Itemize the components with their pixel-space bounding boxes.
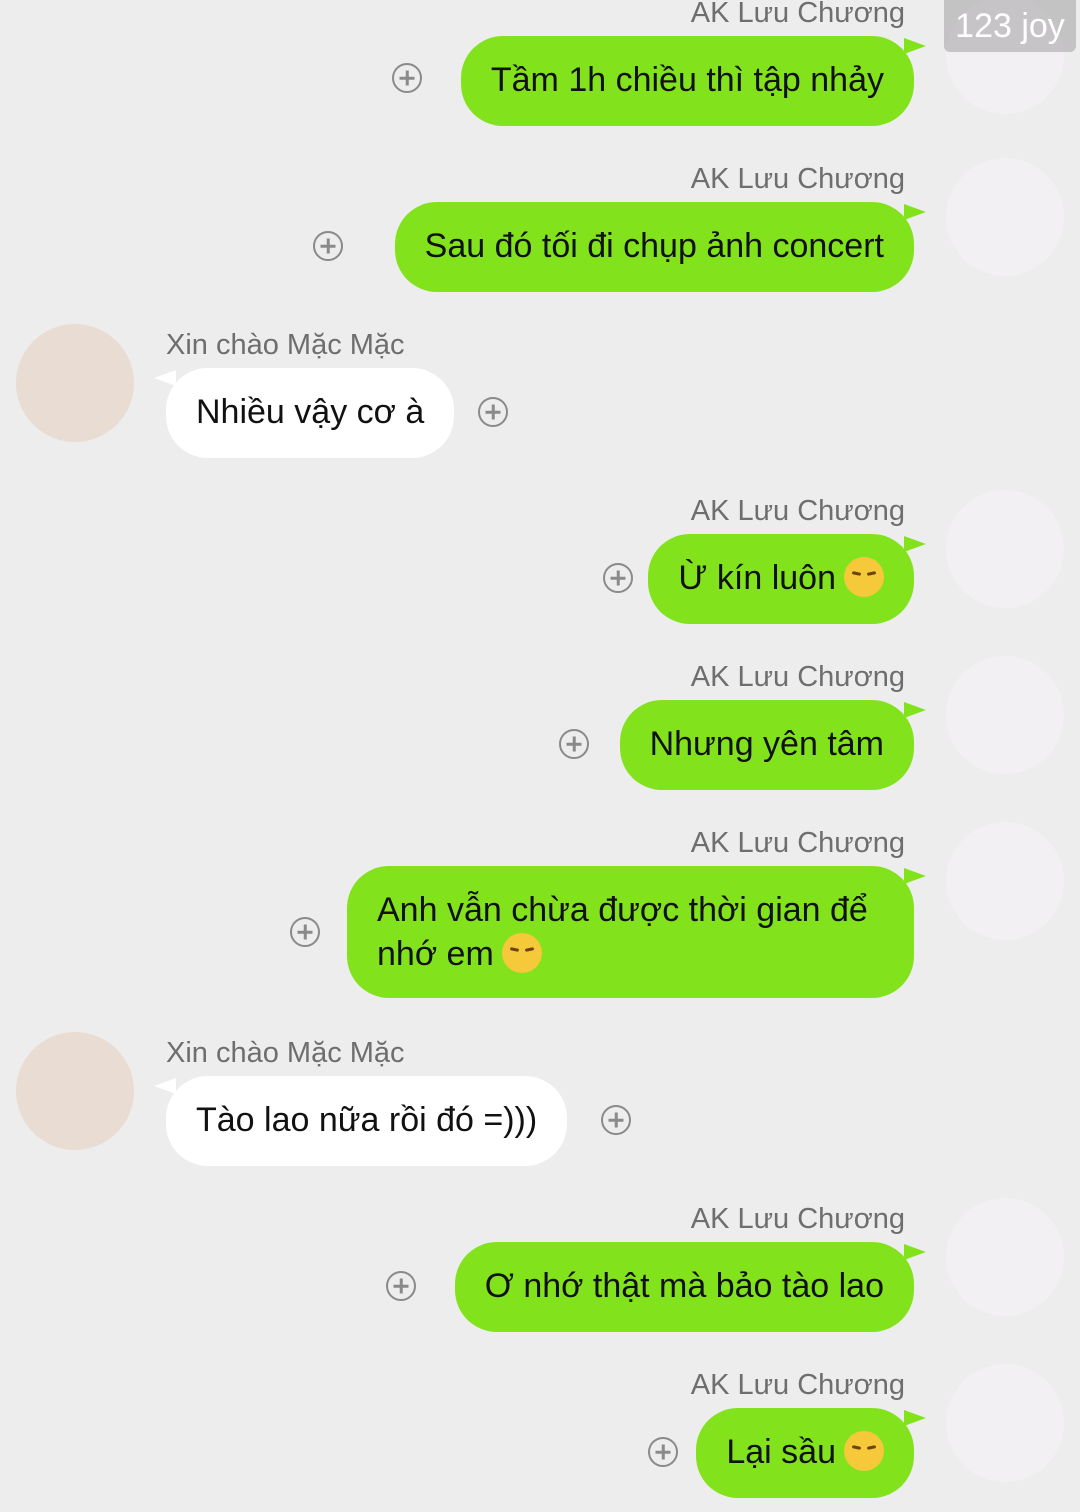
sender-name: AK Lưu Chương xyxy=(690,0,905,29)
message-text: Lại sầu xyxy=(726,1433,836,1471)
message-text: Ừ kín luôn xyxy=(678,559,836,597)
sender-name: Xin chào Mặc Mặc xyxy=(166,1037,405,1069)
message-row: Xin chào Mặc Mặc Tào lao nữa rồi đó =))) xyxy=(0,1032,1080,1166)
message-row: AK Lưu Chương Ơ nhớ thật mà bảo tào lao xyxy=(0,1198,1080,1332)
add-reaction-icon[interactable] xyxy=(290,917,320,947)
message-row: AK Lưu Chương Anh vẫn chừa được thời gia… xyxy=(0,822,1080,1000)
eggplant-hat-avatar[interactable] xyxy=(946,1198,1064,1316)
message-row: AK Lưu Chương Lại sầu xyxy=(0,1364,1080,1498)
sender-name: AK Lưu Chương xyxy=(690,661,905,693)
message-row: AK Lưu Chương Nhưng yên tâm xyxy=(0,656,1080,790)
add-reaction-icon[interactable] xyxy=(601,1105,631,1135)
eggplant-hat-avatar[interactable] xyxy=(946,158,1064,276)
message-text-line: nhớ em xyxy=(377,935,494,973)
eggplant-hat-avatar[interactable] xyxy=(946,490,1064,608)
message-row: AK Lưu Chương Ừ kín luôn xyxy=(0,490,1080,624)
add-reaction-icon[interactable] xyxy=(648,1437,678,1467)
message-bubble[interactable]: Tầm 1h chiều thì tập nhảy xyxy=(460,36,914,126)
message-bubble[interactable]: Sau đó tối đi chụp ảnh concert xyxy=(394,202,914,292)
pensive-face-icon xyxy=(844,557,884,597)
message-text-line: Anh vẫn chừa được thời gian để xyxy=(377,891,868,929)
eggplant-hat-avatar[interactable] xyxy=(946,822,1064,940)
pensive-face-icon xyxy=(501,933,542,973)
message-bubble[interactable]: Ừ kín luôn xyxy=(648,534,914,624)
add-reaction-icon[interactable] xyxy=(313,231,343,261)
eggplant-hat-avatar[interactable] xyxy=(946,1364,1064,1482)
message-row: AK Lưu Chương Tầm 1h chiều thì tập nhảy xyxy=(0,0,1080,126)
sender-name: AK Lưu Chương xyxy=(690,1203,905,1235)
sender-name: AK Lưu Chương xyxy=(690,495,905,527)
add-reaction-icon[interactable] xyxy=(603,563,633,593)
contact-avatar[interactable] xyxy=(16,324,134,442)
add-reaction-icon[interactable] xyxy=(392,63,422,93)
message-text: Sau đó tối đi chụp ảnh concert xyxy=(424,227,884,265)
add-reaction-icon[interactable] xyxy=(478,397,508,427)
message-text: Ơ nhớ thật mà bảo tào lao xyxy=(484,1267,884,1305)
message-bubble[interactable]: Tào lao nữa rồi đó =))) xyxy=(166,1076,568,1166)
message-bubble[interactable]: Nhưng yên tâm xyxy=(619,700,914,790)
contact-avatar[interactable] xyxy=(16,1032,134,1150)
message-text: Tào lao nữa rồi đó =))) xyxy=(196,1101,538,1139)
sender-name: AK Lưu Chương xyxy=(690,163,905,195)
watermark: 123 joy xyxy=(944,0,1076,52)
message-bubble[interactable]: Ơ nhớ thật mà bảo tào lao xyxy=(454,1242,914,1332)
add-reaction-icon[interactable] xyxy=(386,1271,416,1301)
message-row: AK Lưu Chương Sau đó tối đi chụp ảnh con… xyxy=(0,158,1080,292)
eggplant-hat-avatar[interactable] xyxy=(946,656,1064,774)
message-text: Nhiều vậy cơ à xyxy=(196,393,425,431)
pensive-face-icon xyxy=(844,1431,884,1471)
sender-name: Xin chào Mặc Mặc xyxy=(166,329,405,361)
message-bubble[interactable]: Lại sầu xyxy=(696,1408,914,1498)
message-bubble[interactable]: Nhiều vậy cơ à xyxy=(166,368,455,458)
add-reaction-icon[interactable] xyxy=(559,729,589,759)
sender-name: AK Lưu Chương xyxy=(690,1369,905,1401)
message-bubble[interactable]: Anh vẫn chừa được thời gian để nhớ em xyxy=(347,866,914,998)
sender-name: AK Lưu Chương xyxy=(690,827,905,859)
message-text: Nhưng yên tâm xyxy=(649,725,884,763)
message-text: Tầm 1h chiều thì tập nhảy xyxy=(490,61,884,99)
message-row: Xin chào Mặc Mặc Nhiều vậy cơ à xyxy=(0,324,1080,458)
chat-thread: AK Lưu Chương Tầm 1h chiều thì tập nhảy … xyxy=(0,0,1080,1512)
